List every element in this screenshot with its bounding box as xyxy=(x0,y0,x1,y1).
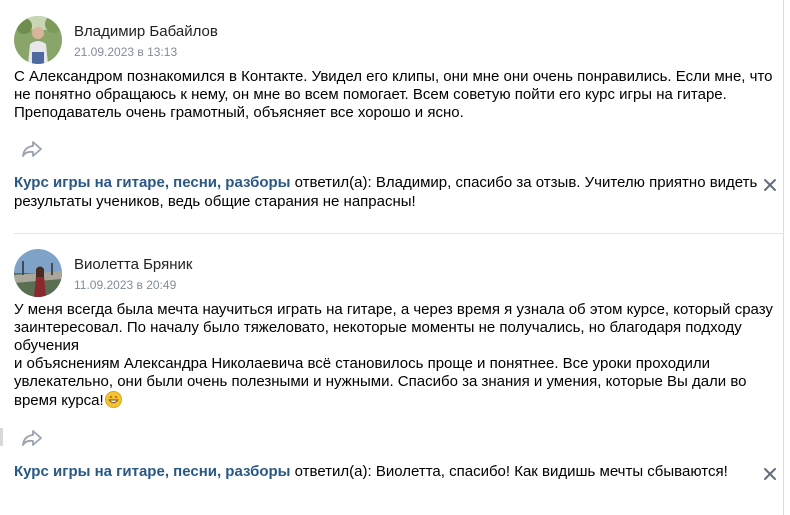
grinning-face-emoji xyxy=(104,391,122,408)
avatar[interactable] xyxy=(14,249,62,297)
page-edge-line xyxy=(783,0,784,515)
author-name[interactable]: Владимир Бабайлов xyxy=(74,23,218,40)
reply-verb: ответил(а): xyxy=(290,174,376,191)
reply-text: Виолетта, спасибо! Как видишь мечты сбыв… xyxy=(375,463,728,480)
reply-verb: ответил(а): xyxy=(290,463,376,480)
reply-block: Курс игры на гитаре, песни, разборы отве… xyxy=(14,462,734,481)
divider xyxy=(14,233,784,234)
reply-group-link[interactable]: Курс игры на гитаре, песни, разборы xyxy=(14,174,290,191)
share-arrow-icon[interactable] xyxy=(20,140,44,158)
review-text: С Александром познакомился в Контакте. У… xyxy=(14,68,773,121)
scroll-edge-mark xyxy=(0,428,3,446)
review-text-body: У меня всегда была мечта научиться играт… xyxy=(14,301,773,409)
close-icon[interactable] xyxy=(762,177,778,193)
review-date[interactable]: 21.09.2023 в 13:13 xyxy=(74,45,177,59)
review-text: У меня всегда была мечта научиться играт… xyxy=(14,301,774,410)
author-name[interactable]: Виолетта Бряник xyxy=(74,256,192,273)
avatar[interactable] xyxy=(14,16,62,64)
reply-group-link[interactable]: Курс игры на гитаре, песни, разборы xyxy=(14,463,290,480)
share-arrow-icon[interactable] xyxy=(20,429,44,447)
close-icon[interactable] xyxy=(762,466,778,482)
reply-block: Курс игры на гитаре, песни, разборы отве… xyxy=(14,173,759,211)
review-date[interactable]: 11.09.2023 в 20:49 xyxy=(74,278,176,292)
